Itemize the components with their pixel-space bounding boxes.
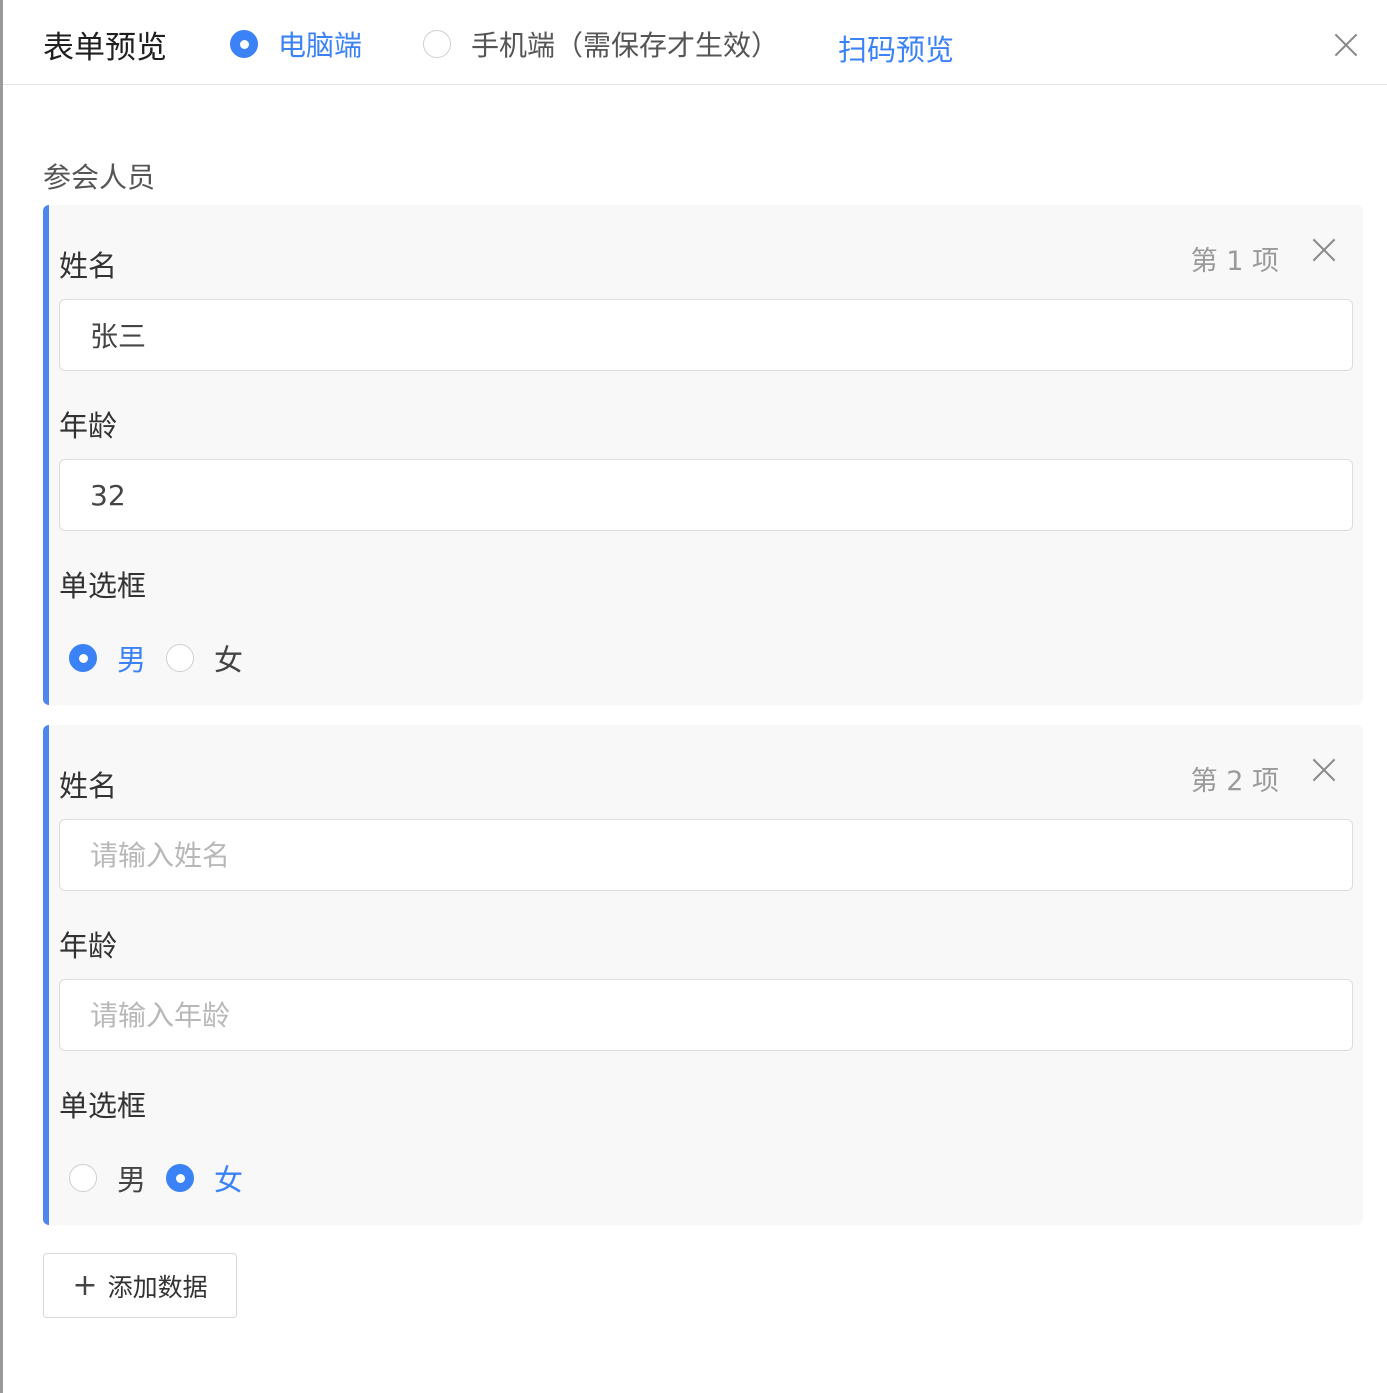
radio-checked-icon[interactable] xyxy=(230,30,258,58)
radio-unchecked-icon[interactable] xyxy=(166,644,195,672)
add-data-button[interactable]: + 添加数据 xyxy=(43,1253,237,1318)
radio-checked-icon[interactable] xyxy=(166,1164,195,1192)
mode-option-mobile-label: 手机端（需保存才生效） xyxy=(471,29,780,62)
radio-checked-icon[interactable] xyxy=(69,644,97,672)
radio-field-label: 单选框 xyxy=(59,569,147,603)
scan-preview-link[interactable]: 扫码预览 xyxy=(838,27,954,69)
item-index-label: 第 2 项 xyxy=(1190,766,1279,797)
sex-option-label: 女 xyxy=(214,1163,244,1197)
plus-icon: + xyxy=(72,1267,98,1303)
sex-option-label: 男 xyxy=(117,643,147,677)
sex-option-female[interactable]: 女 xyxy=(166,1157,243,1199)
close-dialog-icon[interactable] xyxy=(1333,32,1359,58)
name-field-label: 姓名 xyxy=(59,249,118,283)
section-label: 参会人员 xyxy=(43,161,156,194)
age-field-label: 年龄 xyxy=(59,929,118,963)
item-index-label: 第 1 项 xyxy=(1190,246,1279,277)
remove-item-icon[interactable] xyxy=(1311,237,1337,263)
radio-unchecked-icon[interactable] xyxy=(423,30,451,58)
remove-item-icon[interactable] xyxy=(1311,757,1337,783)
mode-option-mobile[interactable]: 手机端（需保存才生效） xyxy=(423,24,779,64)
add-data-label: 添加数据 xyxy=(107,1272,208,1302)
dialog-header: 表单预览 电脑端 手机端（需保存才生效） 扫码预览 xyxy=(3,0,1387,85)
mode-option-pc-label: 电脑端 xyxy=(278,29,363,62)
radio-field-label: 单选框 xyxy=(59,1089,147,1123)
radio-unchecked-icon[interactable] xyxy=(69,1164,97,1192)
sex-option-label: 男 xyxy=(117,1163,147,1197)
name-input[interactable] xyxy=(59,819,1353,891)
sex-option-male[interactable]: 男 xyxy=(69,1157,146,1199)
age-field-label: 年龄 xyxy=(59,409,118,443)
name-input[interactable] xyxy=(59,299,1353,371)
dialog-title: 表单预览 xyxy=(43,30,167,66)
age-input[interactable] xyxy=(59,459,1353,531)
window-left-edge xyxy=(0,0,3,1393)
sex-option-female[interactable]: 女 xyxy=(166,637,243,679)
sex-radio-group: 男 女 xyxy=(69,637,263,679)
group-item: 第 1 项 姓名 年龄 单选框 男 女 xyxy=(43,205,1363,705)
sex-option-male[interactable]: 男 xyxy=(69,637,146,679)
sex-radio-group: 男 女 xyxy=(69,1157,263,1199)
age-input[interactable] xyxy=(59,979,1353,1051)
mode-option-pc[interactable]: 电脑端 xyxy=(230,24,362,64)
sex-option-label: 女 xyxy=(214,643,244,677)
group-item: 第 2 项 姓名 年龄 单选框 男 女 xyxy=(43,725,1363,1225)
name-field-label: 姓名 xyxy=(59,769,118,803)
